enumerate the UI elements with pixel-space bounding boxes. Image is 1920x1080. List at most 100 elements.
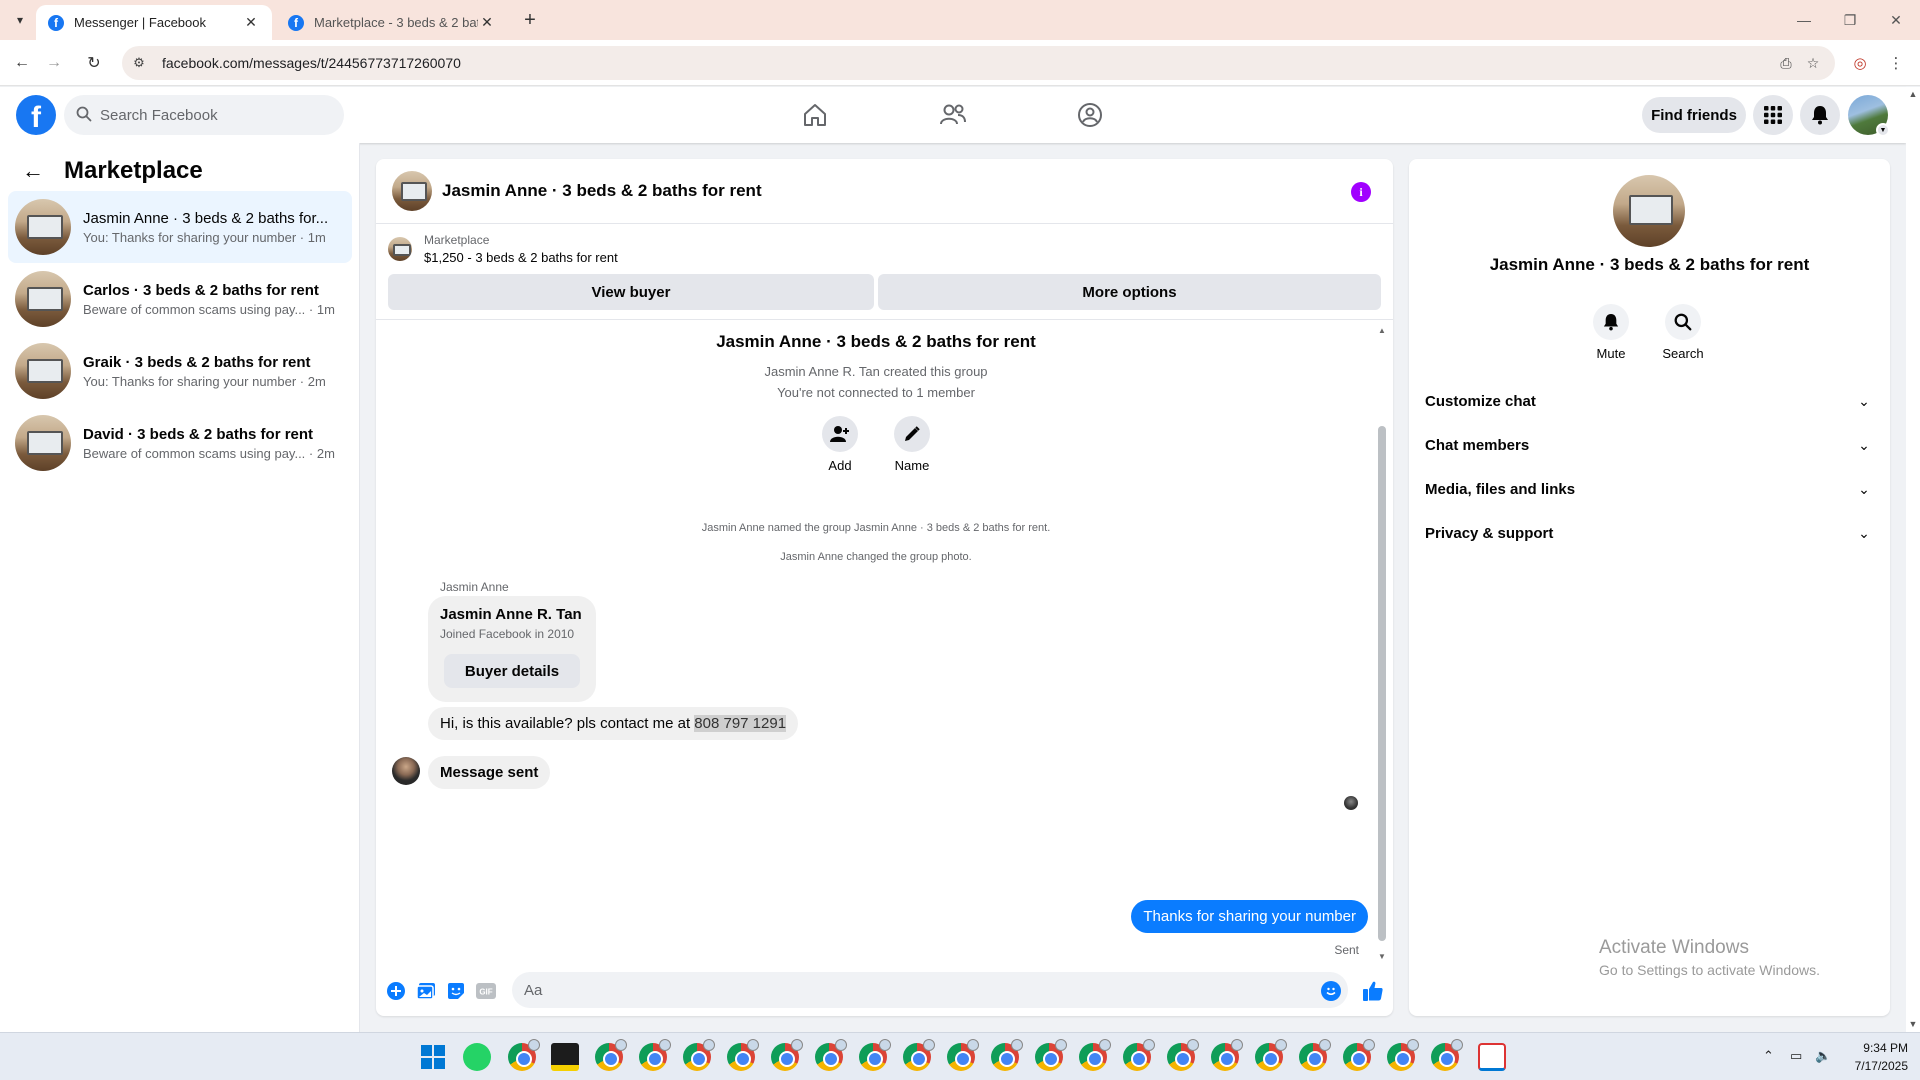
photo-icon[interactable] (416, 981, 436, 1001)
chrome-profile-icon[interactable] (903, 1039, 935, 1071)
page-scrollbar[interactable]: ▲ ▼ (1906, 87, 1920, 1032)
volume-icon[interactable]: 🔈 (1815, 1048, 1831, 1064)
search-input[interactable] (100, 106, 320, 124)
profile-icon[interactable]: ◎ (1848, 51, 1872, 75)
conversation-item[interactable]: Jasmin Anne · 3 beds & 2 baths for... Yo… (8, 191, 352, 263)
sticker-icon[interactable] (446, 981, 466, 1001)
mute-button[interactable]: Mute (1581, 304, 1641, 361)
scroll-down-icon[interactable]: ▼ (1377, 952, 1387, 961)
url-text[interactable]: facebook.com/messages/t/2445677371726007… (162, 55, 461, 71)
tab-close-icon[interactable]: ✕ (242, 14, 260, 31)
message-thread[interactable]: ▲ ▼ Jasmin Anne · 3 beds & 2 baths for r… (376, 319, 1393, 1016)
scroll-thumb[interactable] (1378, 426, 1386, 941)
system-clock[interactable]: 9:34 PM 7/17/2025 (1838, 1041, 1908, 1073)
chrome-icon[interactable] (508, 1039, 540, 1071)
thumbs-up-icon[interactable] (1360, 978, 1386, 1004)
phone-number[interactable]: 808 797 1291 (694, 715, 787, 732)
chat-info-avatar (1613, 175, 1685, 247)
marketplace-listing[interactable]: Marketplace $1,250 - 3 beds & 2 baths fo… (388, 233, 618, 265)
restore-icon[interactable]: ❐ (1830, 8, 1870, 32)
incoming-message[interactable]: Hi, is this available? pls contact me at… (428, 707, 799, 740)
section-privacy-support[interactable]: Privacy & support ⌄ (1425, 511, 1874, 555)
scroll-down-icon[interactable]: ▼ (1906, 1019, 1920, 1029)
account-avatar[interactable]: ▼ (1848, 95, 1890, 137)
section-chat-members[interactable]: Chat members ⌄ (1425, 423, 1874, 467)
view-buyer-button[interactable]: View buyer (388, 274, 874, 310)
conversation-item[interactable]: Carlos · 3 beds & 2 baths for rent Bewar… (8, 263, 352, 335)
conversation-item[interactable]: David · 3 beds & 2 baths for rent Beware… (8, 407, 352, 479)
tab-close-icon[interactable]: ✕ (478, 14, 496, 31)
forward-arrow-icon[interactable]: → (40, 49, 68, 77)
chrome-profile-icon[interactable] (1431, 1039, 1463, 1071)
sticky-notes-icon[interactable] (551, 1043, 579, 1071)
network-icon[interactable]: ▭ (1790, 1048, 1802, 1064)
install-app-icon[interactable]: ⎙ (1775, 52, 1797, 74)
plus-circle-icon[interactable] (386, 981, 406, 1001)
activate-windows-watermark: Activate Windows Go to Settings to activ… (1599, 937, 1820, 978)
chrome-profile-icon[interactable] (595, 1039, 627, 1071)
thread-scrollbar[interactable]: ▲ ▼ (1377, 326, 1387, 966)
whatsapp-icon[interactable] (463, 1043, 491, 1071)
facebook-search[interactable] (64, 95, 344, 135)
window-close-icon[interactable]: ✕ (1876, 8, 1916, 32)
address-bar[interactable]: ⚙ facebook.com/messages/t/24456773717260… (122, 46, 1835, 80)
chrome-profile-icon[interactable] (1387, 1039, 1419, 1071)
chrome-profile-icon[interactable] (1079, 1039, 1111, 1071)
chrome-profile-icon[interactable] (1299, 1039, 1331, 1071)
chevron-up-icon[interactable]: ⌃ (1763, 1048, 1774, 1064)
minimize-icon[interactable]: — (1784, 8, 1824, 32)
more-options-button[interactable]: More options (878, 274, 1381, 310)
browser-tab-messenger[interactable]: f Messenger | Facebook ✕ (36, 5, 272, 40)
site-settings-icon[interactable]: ⚙ (130, 55, 148, 71)
buyer-details-button[interactable]: Buyer details (444, 654, 580, 688)
conversation-item[interactable]: Graik · 3 beds & 2 baths for rent You: T… (8, 335, 352, 407)
scroll-up-icon[interactable]: ▲ (1377, 326, 1387, 335)
back-arrow-icon[interactable]: ← (8, 49, 36, 77)
chrome-profile-icon[interactable] (947, 1039, 979, 1071)
sender-avatar[interactable] (392, 757, 420, 785)
name-group-button[interactable]: Name (882, 416, 942, 473)
menu-grid-button[interactable] (1753, 95, 1793, 135)
chrome-profile-icon[interactable] (991, 1039, 1023, 1071)
browser-menu-icon[interactable]: ⋮ (1884, 51, 1908, 75)
back-arrow-icon[interactable]: ← (22, 158, 44, 184)
gif-icon[interactable]: GIF (476, 981, 496, 1001)
chat-title[interactable]: Jasmin Anne · 3 beds & 2 baths for rent (442, 181, 762, 201)
search-in-chat-button[interactable]: Search (1653, 304, 1713, 361)
bookmark-star-icon[interactable]: ☆ (1802, 52, 1824, 74)
nav-groups[interactable] (1035, 91, 1145, 139)
info-icon[interactable]: i (1351, 182, 1371, 202)
add-member-button[interactable]: Add (810, 416, 870, 473)
chrome-profile-icon[interactable] (1211, 1039, 1243, 1071)
emoji-icon[interactable] (1321, 981, 1341, 1001)
facebook-logo-icon[interactable]: f (16, 95, 56, 135)
chrome-profile-icon[interactable] (815, 1039, 847, 1071)
browser-tab-marketplace[interactable]: f Marketplace - 3 beds & 2 baths ✕ (276, 5, 508, 40)
snipping-tool-icon[interactable] (1478, 1043, 1506, 1071)
incoming-message[interactable]: Message sent (428, 756, 551, 789)
find-friends-button[interactable]: Find friends (1642, 97, 1746, 133)
section-media-files-links[interactable]: Media, files and links ⌄ (1425, 467, 1874, 511)
outgoing-message[interactable]: Thanks for sharing your number (1131, 900, 1368, 933)
tab-search-chevron-icon[interactable]: ▾ (8, 8, 32, 32)
message-input[interactable] (512, 972, 1348, 1008)
chrome-profile-icon[interactable] (1343, 1039, 1375, 1071)
reload-icon[interactable]: ↻ (80, 49, 108, 77)
chrome-profile-icon[interactable] (1123, 1039, 1155, 1071)
chat-avatar[interactable] (392, 171, 432, 211)
chrome-profile-icon[interactable] (727, 1039, 759, 1071)
chrome-profile-icon[interactable] (639, 1039, 671, 1071)
scroll-up-icon[interactable]: ▲ (1906, 89, 1920, 99)
windows-start-icon[interactable] (421, 1045, 445, 1069)
new-tab-plus-icon[interactable]: + (518, 8, 542, 32)
nav-friends[interactable] (898, 91, 1008, 139)
chrome-profile-icon[interactable] (683, 1039, 715, 1071)
chrome-profile-icon[interactable] (1035, 1039, 1067, 1071)
notifications-button[interactable] (1800, 95, 1840, 135)
nav-home[interactable] (760, 91, 870, 139)
chrome-profile-icon[interactable] (1255, 1039, 1287, 1071)
chrome-profile-icon[interactable] (1167, 1039, 1199, 1071)
section-customize-chat[interactable]: Customize chat ⌄ (1425, 379, 1874, 423)
chrome-profile-icon[interactable] (859, 1039, 891, 1071)
chrome-profile-icon[interactable] (771, 1039, 803, 1071)
